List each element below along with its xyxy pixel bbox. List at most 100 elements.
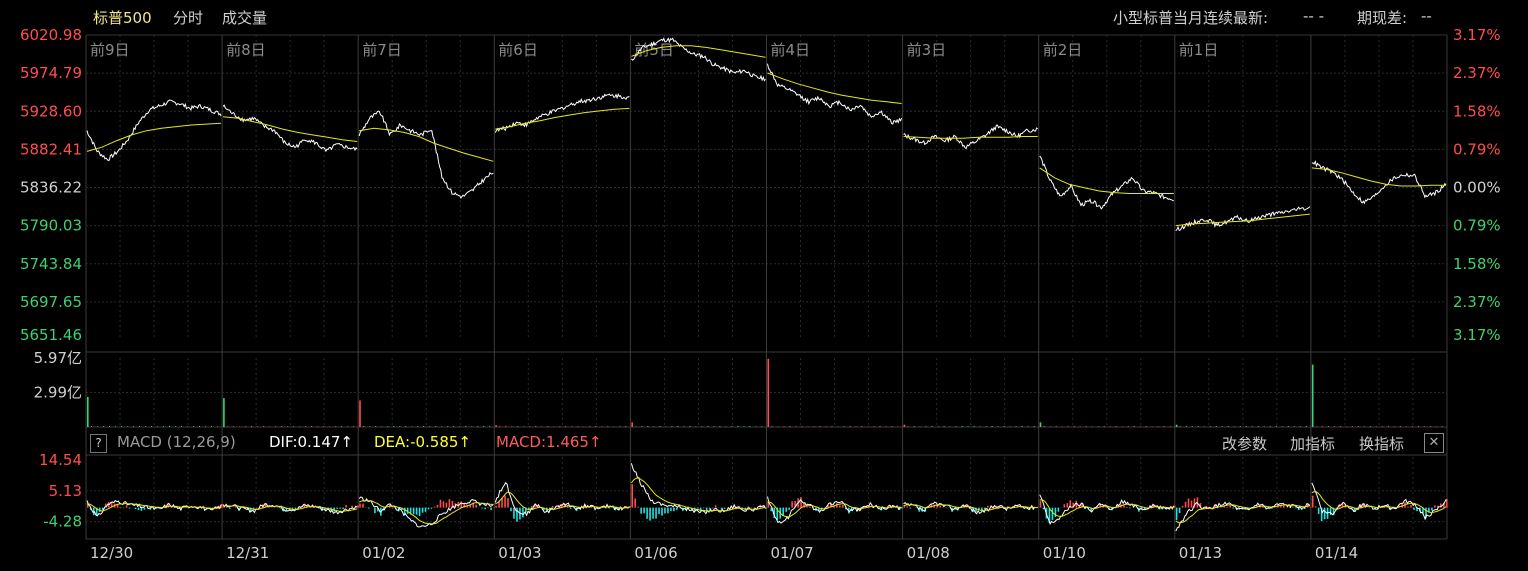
volume-bar (619, 426, 621, 427)
volume-bar (417, 426, 419, 427)
volume-bar (931, 425, 933, 427)
volume-open-spike (87, 396, 89, 427)
macd-histogram-bar (1431, 507, 1433, 511)
macd-histogram-bar (1123, 505, 1125, 508)
macd-histogram-bar (1283, 505, 1285, 508)
macd-histogram-bar (1066, 503, 1069, 508)
volume-bar (211, 426, 212, 427)
tab-volume[interactable]: 成交量 (222, 7, 267, 28)
volume-bar (873, 426, 875, 427)
volume-bar (103, 426, 104, 427)
volume-bar (577, 426, 579, 427)
macd-histogram-bar (1063, 504, 1066, 508)
volume-bar (369, 426, 371, 427)
volume-bar (1363, 426, 1365, 427)
volume-bar (719, 426, 721, 427)
macd-histogram-bar (1413, 507, 1415, 510)
volume-bar (731, 426, 733, 427)
volume-bar (635, 426, 637, 427)
volume-open-spike (495, 425, 497, 427)
volume-bar (725, 426, 727, 427)
volume-bar (613, 426, 615, 427)
volume-bar (985, 426, 987, 427)
tab-intraday[interactable]: 分时 (173, 7, 203, 28)
volume-bar (347, 426, 349, 427)
volume-bar (529, 426, 531, 427)
volume-bar (447, 426, 449, 427)
volume-bar (91, 426, 92, 427)
volume-open-spike (359, 400, 361, 427)
volume-bar (1151, 426, 1153, 427)
volume-bar (795, 426, 797, 427)
macd-histogram-bar (221, 504, 223, 508)
volume-bar (1009, 426, 1011, 427)
macd-histogram-bar (1175, 507, 1178, 521)
macd-histogram-bar (128, 507, 131, 509)
help-icon[interactable]: ? (90, 434, 107, 453)
switch-indicator-button[interactable]: 换指标 (1359, 433, 1404, 454)
x-date-label: 12/30 (90, 544, 133, 562)
macd-dif-value: DIF:0.147↑ (269, 433, 354, 451)
volume-bar (305, 426, 307, 427)
price-y-tick-label: 6020.98 (20, 26, 82, 44)
modify-params-button[interactable]: 改参数 (1222, 433, 1267, 454)
volume-bar (1269, 426, 1271, 427)
volume-bar (843, 426, 845, 427)
volume-bar (163, 426, 164, 427)
volume-bar (1079, 426, 1081, 427)
basis-label: 期现差: (1357, 9, 1408, 27)
macd-histogram-bar (1039, 501, 1042, 508)
macd-histogram-bar (1181, 505, 1184, 508)
price-y-tick-label: 5928.60 (20, 102, 82, 120)
volume-bar (535, 425, 537, 427)
macd-histogram-bar (1042, 507, 1045, 510)
close-icon[interactable]: ✕ (1424, 433, 1444, 453)
volume-bar (523, 426, 525, 427)
macd-histogram-bar (513, 507, 515, 519)
volume-bar (1139, 426, 1141, 427)
volume-bar (925, 426, 927, 427)
volume-bar (1351, 426, 1353, 427)
volume-bar (1203, 426, 1205, 427)
pct-y-tick-label: 0.79% (1453, 140, 1501, 158)
macd-histogram-bar (569, 507, 572, 509)
volume-bar (565, 425, 567, 427)
index-title: 标普500 (93, 9, 152, 27)
macd-histogram-bar (391, 507, 394, 509)
macd-histogram-bar (1295, 507, 1297, 509)
volume-bar (483, 425, 485, 427)
macd-histogram-bar (643, 507, 645, 514)
volume-open-spike (1175, 424, 1178, 427)
volume-bar (1357, 425, 1359, 427)
volume-bar (819, 425, 821, 427)
volume-bar (375, 426, 377, 427)
volume-bar (1163, 425, 1165, 427)
x-date-label: 01/14 (1315, 544, 1358, 562)
volume-bar (1021, 425, 1023, 427)
add-indicator-button[interactable]: 加指标 (1290, 433, 1335, 454)
macd-histogram-bar (785, 507, 787, 512)
volume-bar (471, 426, 473, 427)
volume-bar (435, 426, 437, 427)
volume-bar (181, 426, 182, 427)
volume-bar (761, 426, 763, 427)
volume-bar (387, 426, 389, 427)
macd-histogram-bar (516, 507, 518, 522)
volume-bar (683, 426, 685, 427)
volume-bar (251, 425, 253, 427)
volume-bar (671, 426, 673, 427)
macd-histogram-bar (652, 507, 654, 519)
volume-bar (1333, 426, 1335, 427)
macd-histogram-bar (445, 502, 448, 508)
pct-y-tick-label: 3.17% (1453, 326, 1501, 344)
macd-histogram-bar (655, 507, 657, 519)
volume-bar (937, 426, 939, 427)
volume-bar (1305, 425, 1307, 427)
day-offset-label: 前9日 (90, 41, 130, 59)
avg-price-line (767, 72, 902, 104)
macd-histogram-bar (507, 498, 509, 508)
macd-dea-line (495, 491, 630, 511)
volume-open-spike (631, 422, 633, 427)
volume-bar (363, 425, 365, 427)
volume-bar (1127, 426, 1129, 427)
